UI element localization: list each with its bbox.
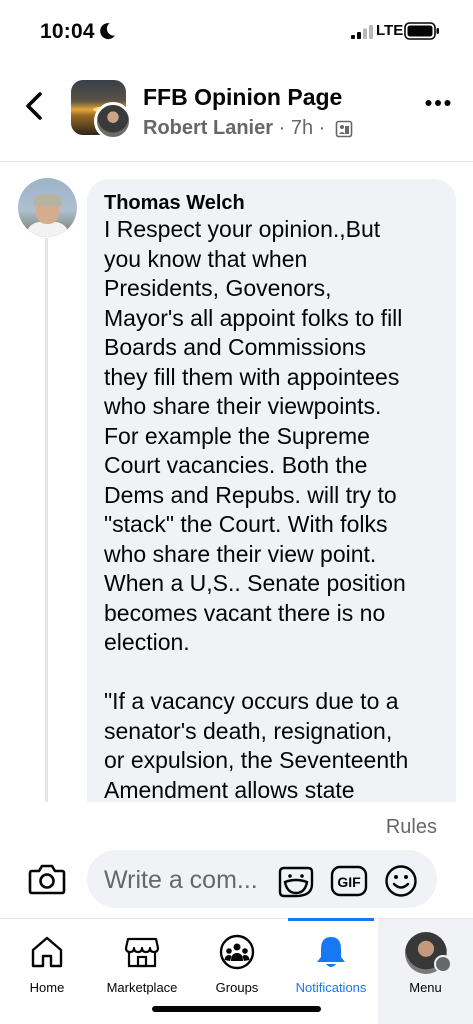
thread-line — [45, 238, 48, 808]
comment-bubble[interactable]: Thomas Welch I Respect your opinion.,But… — [87, 179, 456, 819]
status-bar: 10:04 LTE — [0, 0, 473, 62]
privacy-icon — [335, 120, 353, 138]
post-header: FFB Opinion Page Robert Lanier · 7h · — [0, 62, 473, 162]
battery-icon — [404, 22, 439, 40]
meta-separator: · — [278, 117, 286, 140]
network-label: LTE — [376, 22, 404, 39]
group-name[interactable]: FFB Opinion Page — [143, 84, 342, 111]
signal-icon — [351, 25, 373, 39]
rules-link[interactable]: Rules — [386, 816, 437, 839]
commenter-avatar[interactable] — [18, 178, 77, 237]
bell-icon — [317, 937, 345, 967]
avatar-cap — [33, 194, 62, 206]
emoji-icon[interactable] — [384, 864, 418, 898]
author-avatar[interactable] — [94, 102, 132, 140]
back-arrow-icon[interactable] — [18, 88, 50, 124]
home-icon — [31, 936, 63, 968]
comment-placeholder: Write a com... — [104, 866, 258, 894]
camera-icon[interactable] — [28, 862, 66, 896]
marketplace-icon — [124, 937, 160, 968]
post-meta: Robert Lanier · 7h · — [143, 117, 353, 140]
tab-label-notifications: Notifications — [295, 980, 367, 995]
svg-text:GIF: GIF — [337, 874, 361, 890]
tab-label-home: Home — [29, 980, 65, 995]
tab-label-groups: Groups — [215, 980, 259, 995]
sticker-icon[interactable] — [277, 865, 315, 899]
gif-icon[interactable]: GIF — [330, 865, 368, 897]
home-indicator — [152, 1006, 321, 1012]
tab-home[interactable]: Home — [0, 919, 94, 1024]
tab-menu[interactable]: Menu — [378, 919, 473, 1024]
tab-label-marketplace: Marketplace — [106, 980, 178, 995]
menu-badge-icon — [434, 955, 452, 973]
comment-paragraph: I Respect your opinion.,But you know tha… — [104, 216, 406, 655]
status-time: 10:04 — [40, 20, 95, 43]
groups-icon — [219, 934, 255, 970]
more-icon[interactable] — [425, 98, 451, 108]
comment-paragraph-quote: "If a vacancy occurs due to a senator's … — [104, 688, 409, 803]
active-tab-indicator — [288, 918, 374, 921]
post-author[interactable]: Robert Lanier — [143, 117, 273, 139]
meta-separator-2: · — [318, 117, 326, 140]
comment-author[interactable]: Thomas Welch — [104, 191, 439, 215]
tab-label-menu: Menu — [409, 980, 442, 995]
post-timestamp: 7h — [290, 117, 314, 140]
avatar-shirt — [26, 222, 69, 237]
moon-icon — [100, 23, 115, 40]
comment-composer: Rules Write a com... GIF — [0, 802, 473, 918]
